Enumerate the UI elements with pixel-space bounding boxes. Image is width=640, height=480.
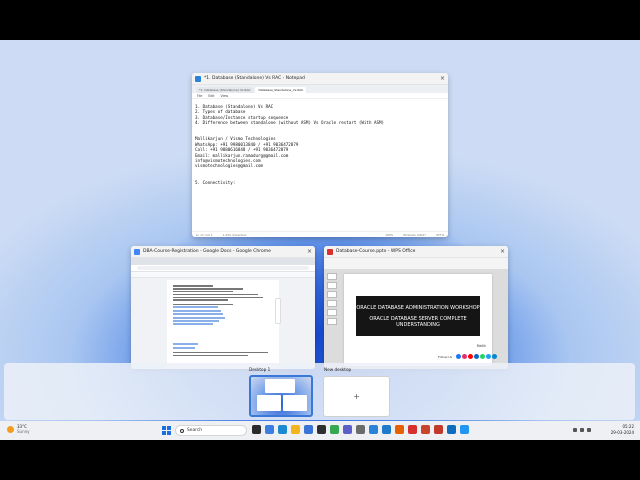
firefox-icon[interactable] [395, 425, 404, 434]
copilot-icon[interactable] [265, 425, 274, 434]
volume-icon [587, 428, 591, 432]
social-icon [474, 354, 479, 359]
slide-thumbnail[interactable] [327, 300, 337, 307]
docs-side-panel[interactable] [275, 298, 281, 324]
virtual-desktops-strip: Desktop 1 New desktop + [4, 363, 635, 420]
search-placeholder: Search [187, 428, 203, 433]
plus-icon: + [353, 392, 360, 401]
menu-file[interactable]: File [197, 94, 202, 98]
social-icon [456, 354, 461, 359]
social-icons [456, 354, 497, 359]
camera-icon[interactable] [434, 425, 443, 434]
wps-window[interactable]: Database-Course.pptx - WPS Office × ORAC… [324, 246, 508, 369]
slide-thumbnail[interactable] [327, 282, 337, 289]
slide-subtitle: ORACLE DATABASE SERVER COMPLETE UNDERSTA… [369, 315, 467, 328]
weather-widget[interactable]: 33°C Sunny [7, 424, 30, 434]
current-slide[interactable]: ORACLE DATABASE ADMINISTRATION WORKSHOP … [344, 274, 497, 366]
close-icon[interactable]: × [307, 248, 312, 255]
wps-ribbon [324, 258, 508, 270]
start-button[interactable] [162, 426, 171, 435]
social-icon [492, 354, 497, 359]
notepad-tab[interactable]: *1. Database (Standalone) Vs RAC [196, 87, 254, 93]
system-tray-icons[interactable] [573, 428, 591, 432]
taskbar-pinned-apps [252, 425, 469, 434]
weather-condition: Sunny [17, 429, 30, 434]
menu-edit[interactable]: Edit [208, 94, 214, 98]
social-icon [468, 354, 473, 359]
close-icon[interactable]: × [440, 75, 445, 82]
outlook-icon[interactable] [447, 425, 456, 434]
chrome-icon[interactable] [330, 425, 339, 434]
chrome-toolbar [131, 265, 315, 272]
task-view-icon[interactable] [252, 425, 261, 434]
notepad-titlebar[interactable]: *1. Database (Standalone) Vs RAC - Notep… [192, 73, 448, 85]
taskbar: 33°C Sunny Search 05:22 29-03-2024 [0, 421, 640, 440]
edge-icon[interactable] [278, 425, 287, 434]
wifi-icon [580, 428, 584, 432]
chrome-window[interactable]: DBA-Course-Registration - Google Docs - … [131, 246, 315, 369]
chrome-titlebar[interactable]: DBA-Course-Registration - Google Docs - … [131, 246, 315, 258]
menu-view[interactable]: View [221, 94, 229, 98]
notepad-statusbar: Ln 17, Col 1 1,234 characters 100% Windo… [192, 231, 448, 237]
status-line-ending: Windows (CRLF) [403, 232, 426, 237]
task-view-screen: *1. Database (Standalone) Vs RAC - Notep… [0, 40, 640, 440]
slide-title-box: ORACLE DATABASE ADMINISTRATION WORKSHOP … [356, 296, 480, 336]
new-desktop-label: New desktop [324, 367, 352, 372]
photos-icon[interactable] [460, 425, 469, 434]
docs-document[interactable] [167, 280, 279, 369]
address-bar[interactable] [137, 266, 309, 270]
status-encoding: UTF-8 [435, 232, 444, 237]
store-icon[interactable] [304, 425, 313, 434]
wps-title: Database-Course.pptx - WPS Office [336, 249, 416, 254]
wps-icon[interactable] [408, 425, 417, 434]
powerpoint-icon[interactable] [421, 425, 430, 434]
slide-thumbnail[interactable] [327, 291, 337, 298]
wps-icon [327, 248, 333, 255]
status-characters: 1,234 characters [222, 232, 247, 237]
wps-editing-area: ORACLE DATABASE ADMINISTRATION WORKSHOP … [324, 270, 508, 369]
slide-title: ORACLE DATABASE ADMINISTRATION WORKSHOP [356, 304, 480, 311]
notepad-tabs: *1. Database (Standalone) Vs RAC Databas… [192, 85, 448, 93]
notepad-icon [195, 75, 201, 82]
chevron-up-icon [573, 428, 577, 432]
close-icon[interactable]: × [500, 248, 505, 255]
new-desktop-button[interactable]: + [323, 376, 390, 417]
social-icon [462, 354, 467, 359]
file-explorer-icon[interactable] [291, 425, 300, 434]
clock-date: 29-03-2024 [610, 429, 634, 435]
status-position: Ln 17, Col 1 [196, 232, 213, 237]
google-docs-icon [134, 248, 140, 255]
search-icon [180, 428, 184, 433]
chrome-tabstrip [131, 258, 315, 265]
clock[interactable]: 05:22 29-03-2024 [611, 424, 634, 435]
chrome-title: DBA-Course-Registration - Google Docs - … [143, 249, 271, 254]
desktop-1-thumbnail[interactable] [249, 375, 313, 417]
slide-thumbnail[interactable] [327, 309, 337, 316]
slide-thumbnail[interactable] [327, 273, 337, 280]
slide-thumbnail[interactable] [327, 318, 337, 325]
vscode-icon[interactable] [382, 425, 391, 434]
social-icon [480, 354, 485, 359]
slide-thumbnails [327, 273, 337, 366]
notepad-tab-active[interactable]: Database_Standalone_Vs RAC [255, 87, 307, 93]
notepad-icon[interactable] [369, 425, 378, 434]
social-icon [486, 354, 491, 359]
wps-titlebar[interactable]: Database-Course.pptx - WPS Office × [324, 246, 508, 258]
sun-icon [7, 425, 14, 433]
docs-page-area [131, 278, 315, 369]
weather-text: 33°C Sunny [17, 424, 30, 434]
desktop-1-label: Desktop 1 [249, 367, 271, 372]
notepad-text-area[interactable]: 1. Database (Standalone) Vs RAC 2. Types … [192, 99, 448, 185]
settings-icon[interactable] [356, 425, 365, 434]
status-zoom: 100% [385, 232, 394, 237]
slide-author: Mallik [476, 344, 486, 348]
notepad-line: 5. Connectivity: [195, 179, 236, 185]
notepad-window[interactable]: *1. Database (Standalone) Vs RAC - Notep… [192, 73, 448, 237]
teams-icon[interactable] [343, 425, 352, 434]
terminal-icon[interactable] [317, 425, 326, 434]
follow-us-text: Follow Us [438, 355, 453, 359]
search-box[interactable]: Search [175, 425, 247, 436]
notepad-title: *1. Database (Standalone) Vs RAC - Notep… [204, 76, 305, 81]
windows-logo-icon [162, 426, 166, 430]
